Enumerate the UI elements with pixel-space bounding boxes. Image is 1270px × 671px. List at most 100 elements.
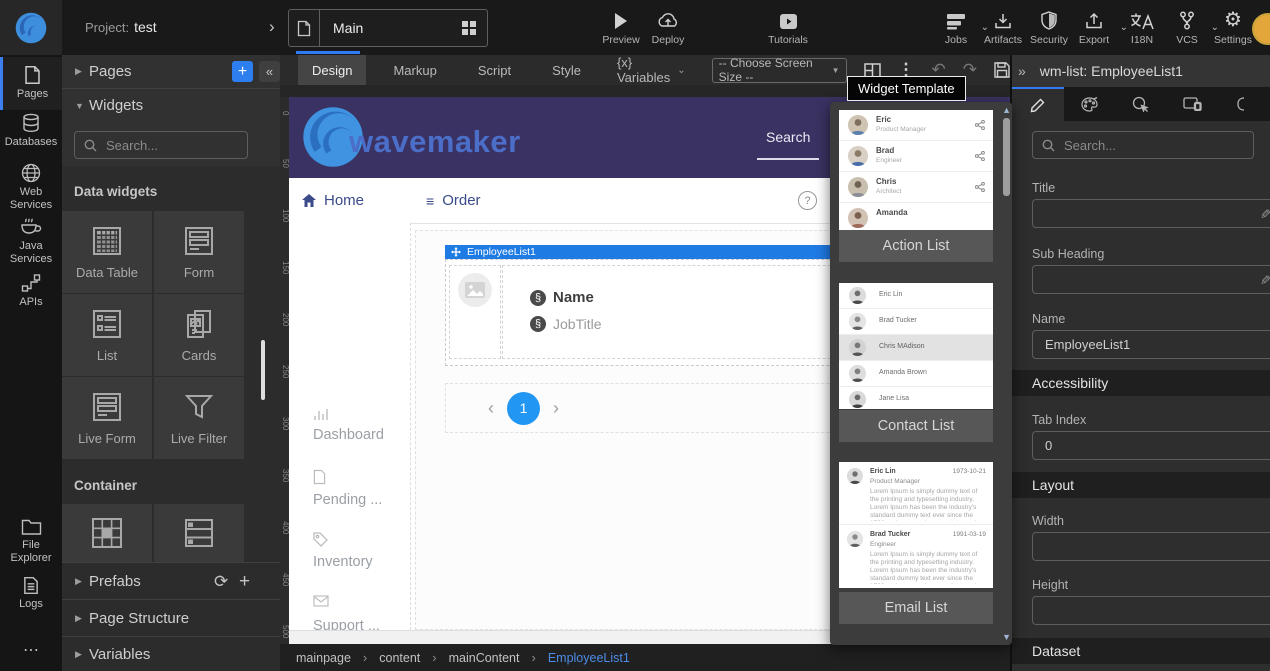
scroll-down-icon[interactable]: ▼ — [1002, 632, 1011, 642]
jobtitle-field[interactable]: § JobTitle — [530, 316, 602, 332]
tutorials-button[interactable]: Tutorials — [759, 8, 817, 46]
sidebar-item-logs[interactable]: Logs — [0, 576, 62, 611]
page-tab-main[interactable]: Main — [288, 9, 488, 47]
wavemaker-logo[interactable] — [0, 0, 62, 55]
tabindex-input[interactable] — [1032, 431, 1270, 460]
deploy-button[interactable]: Deploy — [639, 8, 697, 46]
pencil-icon — [1030, 98, 1045, 113]
tab-styles[interactable] — [1064, 87, 1116, 121]
layout-section-header[interactable]: Layout — [1012, 472, 1270, 498]
page-structure-section-header[interactable]: ▶ Page Structure — [62, 599, 280, 637]
expand-panel-button[interactable]: » — [1018, 63, 1026, 79]
dataset-section-header[interactable]: Dataset — [1012, 638, 1270, 664]
breadcrumb: mainpage › content › mainContent › Emplo… — [280, 644, 1010, 671]
breadcrumb-item[interactable]: mainContent — [449, 651, 520, 665]
name-field[interactable]: § Name — [530, 289, 594, 306]
widget-tile-live-filter[interactable]: Live Filter — [154, 377, 244, 459]
tab-more[interactable] — [1218, 87, 1270, 121]
sidenav-item-dashboard[interactable]: Dashboard — [313, 427, 384, 443]
template-email-list[interactable]: Eric Lin 1973-10-21 Product Manager Lore… — [839, 462, 993, 588]
add-page-button[interactable]: + — [232, 61, 253, 82]
app-search-link[interactable]: Search — [766, 129, 810, 145]
scroll-up-icon[interactable]: ▲ — [1002, 105, 1011, 115]
title-input[interactable] — [1032, 199, 1270, 228]
template-option-action-list[interactable]: Action List — [839, 230, 993, 262]
template-contact-list[interactable]: Eric Lin Brad Tucker Chris MAdison Amand… — [839, 283, 993, 409]
tab-events[interactable] — [1115, 87, 1167, 121]
select-arrow-icon: ▼ — [832, 66, 840, 75]
breadcrumb-item-current[interactable]: EmployeeList1 — [548, 651, 630, 665]
widget-tile-form[interactable]: Form — [154, 211, 244, 293]
widget-tile-data-table[interactable]: Data Table — [62, 211, 152, 293]
next-page-button[interactable]: › — [553, 398, 559, 419]
sidenav-item-inventory[interactable]: Inventory — [313, 554, 373, 570]
breadcrumb-item[interactable]: mainpage — [296, 651, 351, 665]
collapse-panel-button[interactable]: « — [259, 61, 280, 82]
refresh-icon[interactable]: ⟳ — [214, 572, 228, 592]
widget-tile-accordion[interactable] — [154, 504, 244, 562]
widgets-section-header[interactable]: ▼ Widgets — [62, 88, 280, 122]
tab-design[interactable]: Design — [298, 55, 366, 85]
more-options-button[interactable]: ⋯ — [0, 640, 62, 660]
current-page-button[interactable]: 1 — [507, 392, 540, 425]
move-icon — [451, 247, 461, 257]
selected-widget-title: wm-list: EmployeeList1 — [1040, 63, 1183, 79]
sidebar-item-pages[interactable]: Pages — [0, 57, 62, 110]
nav-item-order[interactable]: ≡ Order — [426, 192, 481, 209]
prefabs-section-header[interactable]: ▶ Prefabs ⟳ + — [62, 562, 280, 600]
popup-scrollbar-thumb[interactable] — [1003, 118, 1010, 196]
variables-section-header[interactable]: ▶ Variables — [62, 636, 280, 671]
panel-scrollbar-thumb[interactable] — [261, 340, 265, 400]
save-button[interactable] — [994, 62, 1010, 78]
widget-tile-live-form[interactable]: Live Form — [62, 377, 152, 459]
breadcrumb-item[interactable]: content — [379, 651, 420, 665]
cloud-upload-icon — [639, 8, 697, 30]
name-input[interactable] — [1032, 330, 1270, 359]
tab-properties[interactable] — [1012, 87, 1064, 121]
properties-header: » wm-list: EmployeeList1 — [1012, 55, 1270, 87]
tab-markup[interactable]: Markup — [379, 55, 450, 85]
template-option-contact-list[interactable]: Contact List — [839, 410, 993, 442]
template-action-list[interactable]: Eric Product Manager Brad Engineer Chris… — [839, 110, 993, 230]
search-underline — [757, 158, 819, 160]
template-option-email-list[interactable]: Email List — [839, 592, 993, 624]
bind-property-icon[interactable]: ✎ — [1256, 209, 1270, 220]
picture-cell[interactable] — [449, 265, 501, 359]
accessibility-section-header[interactable]: Accessibility — [1012, 370, 1270, 396]
sidenav-item-support[interactable]: Support ... — [313, 618, 380, 630]
share-icon — [975, 120, 985, 130]
widget-tile-layout-grid[interactable] — [62, 504, 152, 562]
bind-property-icon[interactable]: ✎ — [1256, 275, 1270, 286]
tab-style[interactable]: Style — [538, 55, 595, 85]
variables-menu[interactable]: {x} Variables ⌄ — [603, 55, 700, 85]
sidebar-item-file-explorer[interactable]: File Explorer — [0, 518, 62, 565]
prev-page-button[interactable]: ‹ — [488, 398, 494, 419]
sidebar-item-apis[interactable]: APIs — [0, 273, 62, 309]
widget-tile-cards[interactable]: Cards — [154, 294, 244, 376]
search-input[interactable] — [104, 137, 247, 154]
widget-search-box[interactable] — [74, 131, 248, 159]
width-input[interactable] — [1032, 532, 1270, 561]
sidebar-item-databases[interactable]: Databases — [0, 113, 62, 149]
add-prefab-button[interactable]: + — [239, 571, 250, 593]
tab-devices[interactable] — [1167, 87, 1219, 121]
height-input[interactable] — [1032, 596, 1270, 625]
tab-script[interactable]: Script — [464, 55, 525, 85]
sidebar-item-java-services[interactable]: Java Services — [0, 217, 62, 266]
grid-icon[interactable] — [461, 20, 477, 36]
sidebar-item-web-services[interactable]: Web Services — [0, 163, 62, 212]
widget-tile-list[interactable]: List — [62, 294, 152, 376]
active-tab-underline — [296, 51, 360, 54]
accordion-icon — [182, 516, 216, 550]
avatar — [849, 391, 866, 408]
screen-size-select[interactable]: -- Choose Screen Size -- ▼ — [712, 58, 847, 83]
subheading-input[interactable] — [1032, 265, 1270, 294]
properties-search-input[interactable] — [1062, 137, 1253, 154]
pages-section-header[interactable]: ▶ Pages + « — [62, 55, 280, 88]
help-button[interactable]: ? — [798, 191, 817, 210]
nav-item-home[interactable]: Home — [302, 192, 364, 209]
properties-search-box[interactable] — [1032, 131, 1254, 159]
chevron-right-icon[interactable]: › — [269, 17, 275, 37]
list-icon — [91, 308, 123, 340]
sidenav-item-pending[interactable]: Pending ... — [313, 492, 382, 508]
